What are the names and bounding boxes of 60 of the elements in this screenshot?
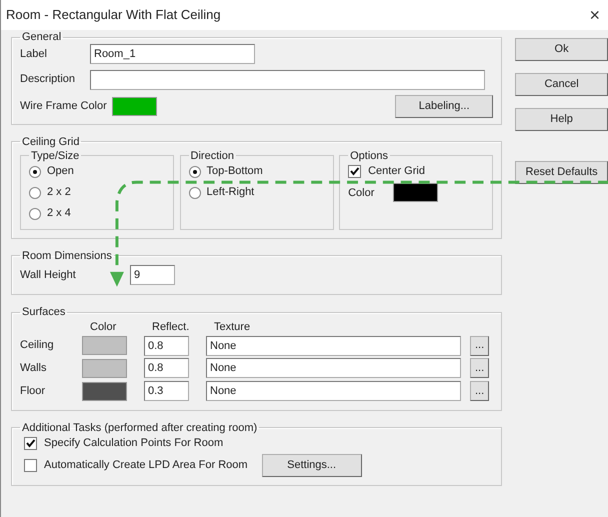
radio-button[interactable] (29, 208, 41, 220)
row-label: Walls (20, 361, 48, 376)
field-label: Description (20, 72, 76, 88)
column-header: Color (90, 320, 118, 335)
group-title: Direction (190, 150, 234, 162)
checkbox[interactable] (24, 458, 37, 472)
group-title: General (22, 31, 62, 43)
field-label: Wire Frame Color (20, 99, 108, 114)
settings-button[interactable]: Settings... (262, 454, 362, 476)
row-label: Floor (20, 384, 46, 399)
option-label: Center Grid (368, 164, 425, 180)
column-header: Reflect. (152, 320, 190, 335)
texture-field[interactable]: None (206, 381, 461, 401)
checkbox[interactable] (348, 165, 362, 178)
wall-height-field[interactable]: 9 (130, 265, 175, 286)
help-button[interactable]: Help (515, 108, 608, 131)
group-title: Additional Tasks (performed after creating room) (22, 422, 258, 434)
radio-button[interactable] (188, 186, 201, 198)
surface-color-swatch[interactable] (82, 382, 127, 400)
group-title: Surfaces (22, 306, 66, 318)
option-label: 2 x 2 (47, 185, 71, 200)
browse-button[interactable]: ... (470, 381, 490, 401)
close-button[interactable]: × (587, 6, 602, 24)
texture-field[interactable]: None (206, 358, 461, 378)
group-title: Options (350, 150, 388, 162)
field-label: Label (20, 46, 48, 62)
ok-button[interactable]: Ok (515, 38, 608, 61)
window-title: Room - Rectangular With Flat Ceiling (6, 6, 221, 24)
color-swatch[interactable] (112, 96, 157, 116)
radio-button[interactable] (29, 166, 41, 178)
reflect-field[interactable]: 0.8 (144, 336, 189, 356)
field-label: Wall Height (20, 268, 77, 283)
option-label: Automatically Create LPD Area For Room (44, 458, 248, 473)
group-title: Ceiling Grid (22, 136, 80, 148)
option-label: 2 x 4 (47, 206, 71, 222)
reset-defaults-button[interactable]: Reset Defaults (515, 161, 608, 184)
option-label: Left-Right (206, 185, 254, 200)
option-label: Top-Bottom (206, 164, 263, 180)
labeling-button[interactable]: Labeling... (395, 95, 494, 118)
option-label: Open (47, 164, 74, 180)
texture-field[interactable]: None (206, 336, 461, 356)
group-title: Type/Size (31, 150, 80, 162)
color-swatch[interactable] (393, 183, 438, 202)
field-label: Color (348, 186, 376, 200)
label-field[interactable]: Room_1 (90, 44, 255, 64)
option-label: Specify Calculation Points For Room (44, 436, 224, 451)
radio-button[interactable] (188, 166, 201, 178)
checkbox[interactable] (24, 436, 37, 450)
row-label: Ceiling (20, 338, 55, 354)
surface-color-swatch[interactable] (82, 358, 127, 378)
radio-button[interactable] (29, 186, 41, 198)
reflect-field[interactable]: 0.8 (144, 358, 189, 378)
cancel-button[interactable]: Cancel (515, 73, 608, 96)
column-header: Texture (214, 320, 252, 335)
surface-color-swatch[interactable] (82, 336, 127, 355)
browse-button[interactable]: ... (470, 358, 490, 378)
browse-button[interactable]: ... (470, 336, 490, 356)
group-title: Room Dimensions (22, 250, 112, 262)
description-field[interactable] (90, 70, 485, 90)
reflect-field[interactable]: 0.3 (144, 381, 189, 401)
